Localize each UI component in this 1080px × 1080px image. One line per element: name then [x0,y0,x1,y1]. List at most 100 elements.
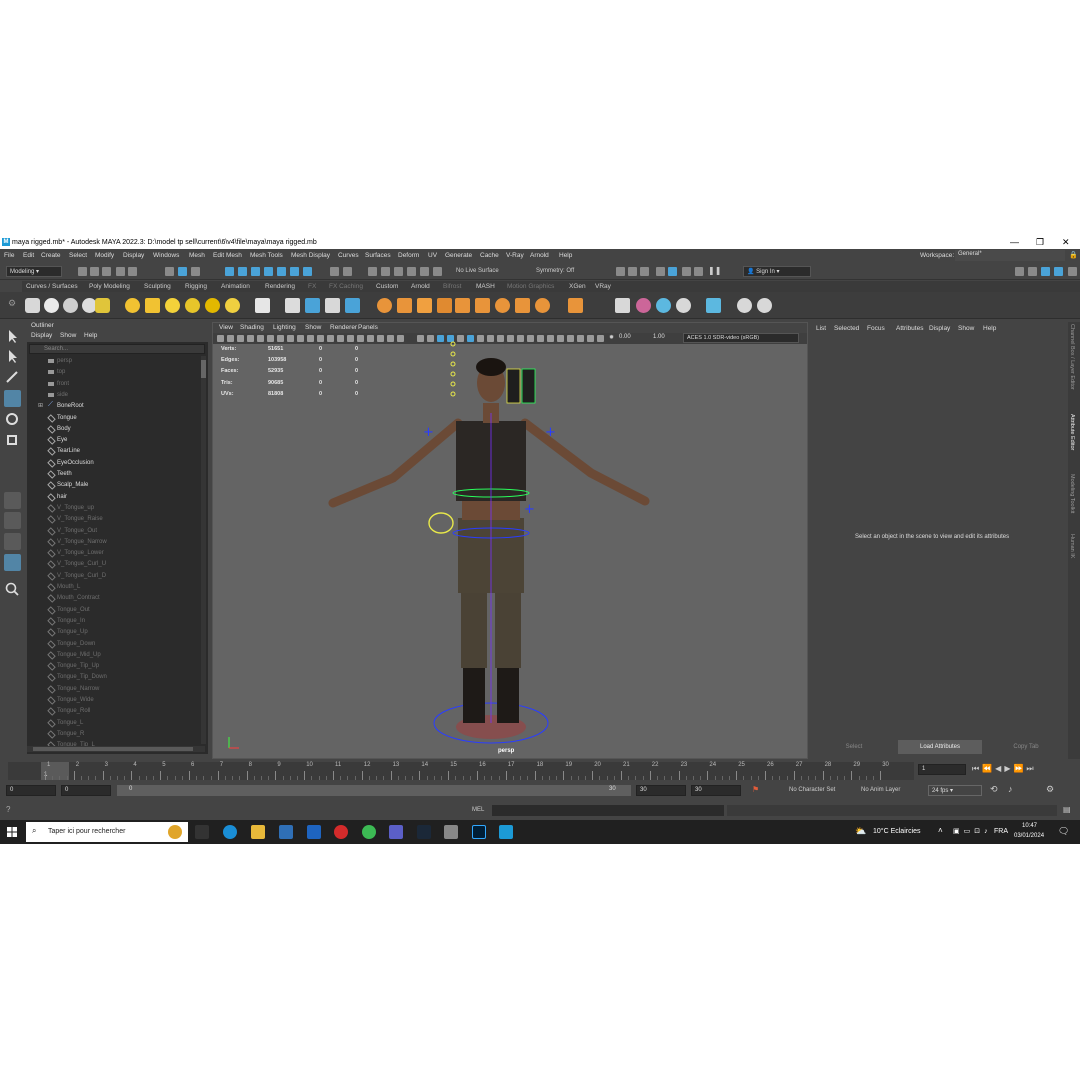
shelf-tab-mash[interactable]: MASH [476,283,495,290]
magnet-2-icon[interactable] [381,267,390,276]
hypershade-icon[interactable] [668,267,677,276]
time-slider-track[interactable]: 1 12345678910111213141516171819202122232… [8,762,914,780]
playback-start-field[interactable]: 0 [61,785,111,796]
snap-grid-icon[interactable] [225,267,234,276]
outliner-item[interactable]: TearLine [27,446,202,457]
outliner-hscrollbar[interactable] [27,746,205,752]
menu-deform[interactable]: Deform [398,252,419,259]
outliner-item[interactable]: Eye [27,435,202,446]
four-view-icon[interactable] [4,512,21,529]
menu-display[interactable]: Display [123,252,144,259]
outliner-item[interactable]: Tongue_Roll [27,706,202,717]
outliner-item[interactable]: Tongue_Tip_Down [27,672,202,683]
plane-icon[interactable] [255,298,270,313]
workspace-dropdown[interactable]: General* [955,250,1065,261]
move-tool-icon[interactable] [4,390,21,407]
help-icon[interactable]: ? [6,805,10,814]
channel-box-toggle-icon[interactable] [1015,267,1024,276]
shelf-tab-rigging[interactable]: Rigging [185,283,207,290]
shelf-tab-motion-graphics[interactable]: Motion Graphics [507,283,554,290]
menu-cache[interactable]: Cache [480,252,499,259]
arnold-tool-6-icon[interactable] [475,298,490,313]
scale-tool-icon[interactable] [4,432,21,449]
mail-icon[interactable] [307,825,321,839]
mode-dropdown[interactable]: Modeling ▾ [6,266,62,277]
outliner-item[interactable]: front [27,379,202,390]
shelf-settings-icon[interactable]: ⚙ [8,298,16,309]
pause-icon[interactable]: ❚❚ [708,266,721,275]
outliner-item[interactable]: top [27,367,202,378]
shelf-tool-1-icon[interactable] [25,298,40,313]
outliner-item[interactable]: Tongue_Tip_Up [27,661,202,672]
poly-cone-icon[interactable] [185,298,200,313]
render-current-icon[interactable] [616,267,625,276]
outliner-hscroll-thumb[interactable] [33,747,193,751]
outliner-menu-help[interactable]: Help [84,332,97,339]
vray-tool-3-icon[interactable] [656,298,671,313]
outliner-item[interactable]: Tongue_L [27,718,202,729]
attribute-editor-toggle-icon[interactable] [1028,267,1037,276]
anim-layer-dropdown[interactable]: No Anim Layer [861,787,900,793]
load-attributes-button[interactable]: Load Attributes [898,740,982,754]
side-tab-human-ik[interactable]: Human IK [1069,534,1075,558]
animation-end-field[interactable]: 30 [691,785,741,796]
menu-file[interactable]: File [4,252,14,259]
cube-3-icon[interactable] [345,298,360,313]
fps-dropdown[interactable]: 24 fps ▾ [928,785,982,796]
cube-2-icon[interactable] [325,298,340,313]
loop-icon[interactable]: ⟲ [990,784,998,795]
menu-help[interactable]: Help [559,252,572,259]
outliner-item[interactable]: Tongue_Out [27,605,202,616]
windows-start-icon[interactable] [7,827,17,837]
menu-select[interactable]: Select [69,252,87,259]
render-settings-icon[interactable] [656,267,665,276]
outliner-item[interactable]: Mouth_Contract [27,593,202,604]
menu-modify[interactable]: Modify [95,252,114,259]
side-tab-modeling-toolkit[interactable]: Modeling Toolkit [1069,474,1075,513]
layout-toggle-icon[interactable] [1054,267,1063,276]
grid-tool-icon[interactable] [455,298,470,313]
side-tab-channel-box-layer-editor[interactable]: Channel Box / Layer Editor [1069,324,1075,390]
select-hierarchy-icon[interactable] [165,267,174,276]
outliner-scroll-thumb[interactable] [201,360,206,378]
outliner-item[interactable]: Tongue [27,413,202,424]
arnold-sphere-icon[interactable] [377,298,392,313]
vray-material-icon[interactable] [636,298,651,313]
two-view-icon[interactable] [4,533,21,550]
outliner-item[interactable]: Teeth [27,469,202,480]
vray-tool-1-icon[interactable] [615,298,630,313]
playback-end-field[interactable]: 30 [636,785,686,796]
open-scene-icon[interactable] [90,267,99,276]
arnold-tool-2-icon[interactable] [397,298,412,313]
outliner-item[interactable]: side [27,390,202,401]
edge-icon[interactable] [223,825,237,839]
outliner-item[interactable]: V_Tongue_Curl_D [27,571,202,582]
cube-blue-icon[interactable] [305,298,320,313]
snap-point-icon[interactable] [251,267,260,276]
outliner-item[interactable]: V_Tongue_Out [27,526,202,537]
language-indicator[interactable]: FRA [994,828,1008,835]
arnold-tool-4-icon[interactable] [437,298,452,313]
gear-icon[interactable] [535,298,550,313]
menu-generate[interactable]: Generate [445,252,472,259]
shelf-tab-custom[interactable]: Custom [376,283,398,290]
shelf-tab-rendering[interactable]: Rendering [265,283,295,290]
outliner-item[interactable]: EyeOcclusion [27,458,202,469]
cube-icon[interactable] [285,298,300,313]
notifications-icon[interactable]: 🗨 [1058,826,1069,837]
magnet-3-icon[interactable] [394,267,403,276]
shelf-tab-curves-surfaces[interactable]: Curves / Surfaces [26,283,78,290]
playback-controls[interactable]: ⏮⏪◀▶⏩⏭ [972,764,1037,774]
file-explorer-icon[interactable] [251,825,265,839]
lock-icon[interactable]: 🔒 [1069,251,1078,259]
menu-curves[interactable]: Curves [338,252,359,259]
undo-icon[interactable] [116,267,125,276]
vray-tool-5-icon[interactable] [706,298,721,313]
close-icon[interactable]: ✕ [1062,237,1070,248]
snap-surface-icon[interactable] [264,267,273,276]
tool-settings-toggle-icon[interactable] [1041,267,1050,276]
animation-start-field[interactable]: 0 [6,785,56,796]
shelf-tab-animation[interactable]: Animation [221,283,250,290]
auto-key-icon[interactable]: ⚑ [752,785,759,794]
steam-icon[interactable] [417,825,431,839]
